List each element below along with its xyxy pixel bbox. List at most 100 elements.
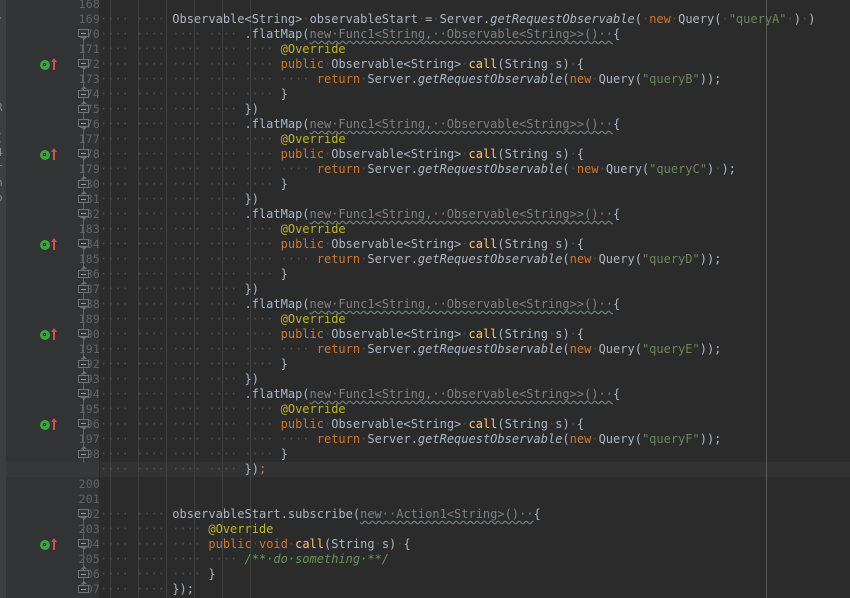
code-token-kw: new — [569, 432, 592, 446]
override-method-marker-icon[interactable] — [40, 57, 58, 72]
code-line[interactable]: ···· ···· ···· ···· ···· } — [100, 357, 288, 372]
code-line[interactable]: ···· ···· ···· ···· ···· public·Observab… — [100, 417, 584, 432]
code-fold-collapse-icon[interactable] — [76, 507, 91, 522]
code-token-ws: ···· ···· ···· — [100, 567, 209, 581]
code-fold-collapse-icon[interactable] — [76, 387, 91, 402]
code-line[interactable]: ···· ···· ···· @Override — [100, 522, 273, 537]
code-line[interactable]: ···· ···· ···· ···· ···· public·Observab… — [100, 147, 584, 162]
code-line[interactable]: ···· ···· ···· ···· }) — [100, 192, 259, 207]
code-token-plain: Query( — [598, 252, 642, 266]
line-number: 168 — [78, 0, 100, 11]
code-line[interactable]: ···· ···· ···· ···· .flatMap(new·Func1<S… — [100, 297, 620, 312]
code-line[interactable]: ···· ···· ···· ···· ···· @Override — [100, 42, 346, 57]
code-token-ws: · — [591, 432, 599, 446]
code-token-plain: { — [612, 297, 621, 311]
code-fold-end-icon[interactable] — [76, 370, 91, 387]
code-line[interactable]: ···· ···· Observable<String>·observableS… — [100, 12, 815, 27]
code-token-plain: { — [403, 537, 411, 551]
code-token-plain: ) — [793, 12, 801, 26]
code-line[interactable]: ···· ···· ···· ···· ···· public·Observab… — [100, 57, 584, 72]
code-token-ws: · — [598, 162, 606, 176]
code-line[interactable]: ···· ···· ···· ···· }) — [100, 372, 259, 387]
code-token-plain: s) — [555, 147, 570, 161]
line-number: 185 — [78, 252, 100, 266]
code-fold-collapse-icon[interactable] — [76, 327, 91, 342]
code-token-plain: s) — [555, 237, 570, 251]
override-method-marker-icon[interactable] — [40, 537, 58, 552]
code-token-kw: public — [208, 537, 252, 551]
code-line[interactable]: ···· ···· ···· ···· ···· ···· return · Ser… — [100, 432, 721, 447]
code-fold-end-icon[interactable] — [76, 100, 91, 117]
code-token-str: "queryA" — [728, 12, 787, 26]
override-method-marker-icon[interactable] — [40, 147, 58, 162]
code-fold-collapse-icon[interactable] — [76, 237, 91, 252]
code-line[interactable]: ···· ···· ···· ···· ···· ···· return · Ser… — [100, 342, 721, 357]
code-token-ws: ···· ···· ···· ···· ···· ···· — [100, 432, 317, 446]
override-method-marker-icon[interactable] — [40, 417, 58, 432]
code-line[interactable]: ···· ···· ···· ···· ···· ···· return · Ser… — [100, 72, 721, 87]
code-editor[interactable]: } R (4rno 16816917017117217317417517617717… — [0, 0, 850, 598]
override-circle-icon — [40, 539, 50, 550]
code-token-plain: observableStart.subscribe( — [172, 507, 361, 521]
code-line[interactable]: ···· ···· ···· public·void·call(String·s… — [100, 537, 411, 552]
code-token-kw: public — [280, 57, 324, 71]
code-line[interactable]: ···· ···· observableStart.subscribe(new·… — [100, 507, 541, 522]
code-fold-end-icon[interactable] — [76, 190, 91, 207]
code-token-ws: ···· ···· — [100, 12, 173, 26]
code-line[interactable]: ···· ···· ···· ···· }) — [100, 102, 259, 117]
code-token-italic: getRequestObservable — [490, 12, 635, 26]
code-line[interactable]: ···· ···· ···· ···· .flatMap(new·Func1<S… — [100, 27, 620, 42]
code-token-ws: ···· ···· ···· — [100, 522, 209, 536]
code-line[interactable]: ···· ···· ···· ···· .flatMap(new·Func1<S… — [100, 117, 620, 132]
code-token-comment: /**·do·something·**/ — [244, 552, 390, 566]
override-method-marker-icon[interactable] — [40, 327, 58, 342]
code-token-ws: · — [569, 162, 577, 176]
code-token-plain: } — [280, 177, 288, 191]
code-token-italic: getRequestObservable — [417, 432, 563, 446]
code-fold-collapse-icon[interactable] — [76, 417, 91, 432]
code-fold-collapse-icon[interactable] — [76, 207, 91, 222]
code-fold-end-icon[interactable] — [76, 280, 91, 297]
code-line[interactable]: ···· ···· ···· ···· ···· } — [100, 177, 288, 192]
code-fold-collapse-icon[interactable] — [76, 297, 91, 312]
code-token-plain: }) — [244, 102, 259, 116]
editor-gutter[interactable]: 168 169 170 171 172 173 174 175 176 177 178 179 180 1… — [6, 0, 100, 598]
code-line[interactable]: ···· ···· ···· ···· ···· ···· return · Ser… — [100, 252, 721, 267]
code-line[interactable]: ···· ···· ···· ···· ···· @Override — [100, 132, 346, 147]
code-token-plain: ( — [562, 72, 570, 86]
code-line[interactable]: ···· ···· ···· ···· ···· @Override — [100, 222, 346, 237]
code-token-plain: } — [280, 447, 288, 461]
code-token-kw: public — [280, 417, 324, 431]
code-text-area[interactable]: ···· ···· Observable<String>·observableS… — [100, 0, 850, 598]
code-line[interactable]: ···· ···· ···· ···· ···· public·Observab… — [100, 237, 584, 252]
code-line[interactable]: ···· ···· ···· } — [100, 567, 216, 582]
code-line[interactable]: ···· ···· }); — [100, 582, 194, 597]
code-token-ws: ···· ···· ···· ···· — [100, 117, 245, 131]
code-fold-collapse-icon[interactable] — [76, 27, 91, 42]
code-line[interactable]: ···· ···· ···· ···· ···· public·Observab… — [100, 327, 584, 342]
code-line[interactable]: ···· ···· ···· ···· ···· } — [100, 267, 288, 282]
code-token-plain: s) — [381, 537, 397, 551]
code-line[interactable]: ···· ···· ···· ···· ···· } — [100, 87, 288, 102]
code-token-ws: · — [569, 417, 577, 431]
code-fold-collapse-icon[interactable] — [76, 117, 91, 132]
code-line[interactable]: ···· ···· ···· ···· ···· ···· return · Ser… — [100, 162, 736, 177]
code-token-ws: ···· ···· ···· ···· — [100, 387, 245, 401]
line-number: 183 — [78, 222, 100, 236]
code-line[interactable]: ···· ···· ···· ···· ···· } — [100, 447, 288, 462]
code-line[interactable]: ···· ···· ···· ···· }); — [100, 462, 266, 477]
code-token-plain: }); — [172, 582, 194, 596]
override-method-marker-icon[interactable] — [40, 237, 58, 252]
code-fold-end-icon[interactable] — [76, 580, 91, 597]
code-line[interactable]: ···· ···· ···· ···· }) — [100, 282, 259, 297]
code-line[interactable]: ···· ···· ···· ···· /**·do·something·**/ — [100, 552, 389, 567]
code-line[interactable]: ···· ···· ···· ···· .flatMap(new·Func1<S… — [100, 387, 620, 402]
code-token-kw: return — [316, 162, 361, 176]
code-fold-collapse-icon[interactable] — [76, 57, 91, 72]
code-line[interactable]: ···· ···· ···· ···· .flatMap(new·Func1<S… — [100, 207, 620, 222]
code-line[interactable]: ···· ···· ···· ···· ···· @Override — [100, 402, 346, 417]
code-line[interactable]: ···· ···· ···· ···· ···· @Override — [100, 312, 346, 327]
code-fold-collapse-icon[interactable] — [76, 147, 91, 162]
code-token-plain: } — [280, 357, 288, 371]
code-fold-collapse-icon[interactable] — [76, 537, 91, 552]
